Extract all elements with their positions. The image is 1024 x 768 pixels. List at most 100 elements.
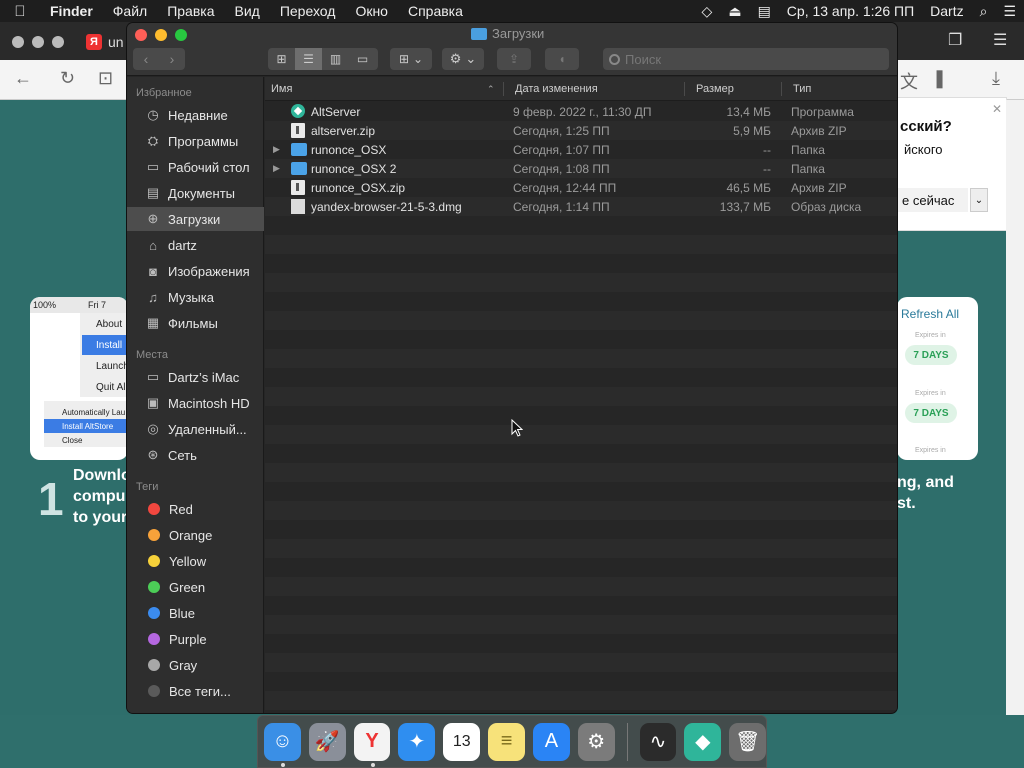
sidebar-item-music[interactable]: ♫ Музыка	[127, 285, 264, 309]
menu-edit[interactable]: Правка	[157, 3, 224, 19]
eject-icon[interactable]: ⏏	[720, 3, 749, 20]
disclosure-triangle-icon[interactable]: ▶	[273, 140, 280, 159]
file-row[interactable]: altserver.zip Сегодня, 1:25 ПП 5,9 МБ Архив…	[265, 121, 897, 140]
menu-go[interactable]: Переход	[270, 3, 346, 19]
sidebar-item-recents[interactable]: ◷ Недавние	[127, 103, 264, 127]
spotlight-icon[interactable]: ⌕	[972, 3, 996, 20]
share-button[interactable]: ⇪	[497, 48, 531, 70]
file-size: 133,7 МБ	[719, 199, 771, 214]
sidebar-item-pictures[interactable]: ◙ Изображения	[127, 259, 264, 283]
close-button[interactable]	[135, 29, 147, 41]
chevron-down-icon[interactable]: ⌄	[970, 188, 988, 212]
trash-icon[interactable]: 🗑	[729, 722, 767, 761]
column-name[interactable]: Имя	[271, 77, 292, 101]
bookmarks-panel-icon[interactable]: ❐	[948, 30, 962, 50]
menu-help[interactable]: Справка	[398, 3, 473, 19]
gallery-view-button[interactable]: ▭	[349, 48, 376, 70]
menu-file[interactable]: Файл	[103, 3, 157, 19]
column-view-button[interactable]: ▥	[322, 48, 349, 70]
finder-icon[interactable]: ☺	[264, 722, 301, 767]
file-row[interactable]: runonce_OSX.zip Сегодня, 12:44 ПП 46,5 МБ А…	[265, 178, 897, 197]
menu-window[interactable]: Окно	[345, 3, 398, 19]
lock-icon[interactable]: ⊡	[98, 68, 113, 89]
column-divider[interactable]	[503, 82, 504, 96]
menu-app-name[interactable]: Finder	[40, 3, 103, 19]
browser-menu-icon[interactable]: ☰	[993, 30, 1007, 50]
launchpad-icon[interactable]: 🚀	[308, 722, 346, 761]
sidebar-tag-yellow[interactable]: Yellow	[127, 549, 264, 573]
translate-icon[interactable]: 文	[900, 68, 918, 94]
running-indicator	[370, 762, 375, 767]
search-field[interactable]	[603, 48, 889, 70]
sidebar-tag-green[interactable]: Green	[127, 575, 264, 599]
search-input[interactable]	[625, 51, 875, 67]
icon-view-button[interactable]: ⊞	[268, 48, 295, 70]
notes-icon[interactable]: ≡	[488, 722, 525, 761]
activity-monitor-icon[interactable]: ∿	[639, 722, 677, 761]
column-size[interactable]: Размер	[696, 77, 734, 101]
file-row[interactable]: yandex-browser-21-5-3.dmg Сегодня, 1:14 П…	[265, 197, 897, 216]
safari-icon[interactable]: ✦	[398, 722, 436, 761]
disclosure-triangle-icon[interactable]: ▶	[273, 159, 280, 178]
sidebar-item-remote-disc[interactable]: ◎ Удаленный...	[127, 417, 264, 441]
sidebar-tag-purple[interactable]: Purple	[127, 627, 264, 651]
sidebar-item-movies[interactable]: ▦ Фильмы	[127, 311, 264, 335]
sidebar-tag-red[interactable]: Red	[127, 497, 264, 521]
forward-button[interactable]: ›	[159, 48, 185, 70]
download-icon[interactable]: ⤓	[992, 68, 1000, 89]
dock: ☺ 🚀 Y ✦ 13 ≡ A ⚙ ∿ ◆ 🗑	[257, 715, 767, 768]
sidebar-item-macintosh-hd[interactable]: ▣ Macintosh HD	[127, 391, 264, 415]
browser-tab[interactable]: Я un	[86, 32, 126, 52]
file-row[interactable]: AltServer 9 февр. 2022 г., 11:30 ДП 13,4 М…	[265, 102, 897, 121]
menu-clock[interactable]: Ср, 13 апр. 1:26 ПП	[779, 3, 922, 19]
yandex-browser-icon[interactable]: Y	[353, 722, 391, 767]
menu-view[interactable]: Вид	[225, 3, 270, 19]
sidebar-item-desktop[interactable]: ▭ Рабочий стол	[127, 155, 264, 179]
group-button[interactable]: ⊞ ⌄	[390, 48, 432, 70]
sidebar-item-downloads[interactable]: ⊕ Загрузки	[127, 207, 264, 231]
file-rows: AltServer 9 февр. 2022 г., 11:30 ДП 13,4 М…	[265, 102, 897, 713]
sidebar-tag-blue[interactable]: Blue	[127, 601, 264, 625]
input-source-flag-icon[interactable]: ▤	[750, 3, 779, 20]
app-store-icon[interactable]: A	[532, 722, 570, 761]
action-button[interactable]: ⚙ ⌄	[442, 48, 484, 70]
sidebar-tag-gray[interactable]: Gray	[127, 653, 264, 677]
browser-zoom-button[interactable]	[52, 36, 64, 48]
popup-subtitle: йского	[904, 142, 943, 157]
translate-now-button[interactable]: е сейчас	[898, 188, 968, 212]
close-icon[interactable]: ✕	[992, 102, 1002, 116]
sidebar-item-applications[interactable]: ⛭ Программы	[127, 129, 264, 153]
minimize-button[interactable]	[155, 29, 167, 41]
sidebar-item-network[interactable]: ⊛ Сеть	[127, 443, 264, 467]
sidebar-all-tags[interactable]: Все теги...	[127, 679, 264, 703]
browser-minimize-button[interactable]	[32, 36, 44, 48]
file-row[interactable]: ▶ runonce_OSX 2 Сегодня, 1:08 ПП -- Папка	[265, 159, 897, 178]
bookmark-icon[interactable]: ❚	[932, 68, 947, 89]
column-divider[interactable]	[781, 82, 782, 96]
calendar-icon[interactable]: 13	[443, 722, 481, 761]
sidebar-item-home[interactable]: ⌂ dartz	[127, 233, 264, 257]
zoom-button[interactable]	[175, 29, 187, 41]
column-type[interactable]: Тип	[793, 77, 811, 101]
sidebar-item-imac[interactable]: ▭ Dartz’s iMac	[127, 365, 264, 389]
browser-close-button[interactable]	[12, 36, 24, 48]
back-button[interactable]: ‹	[133, 48, 159, 70]
browser-scrollbar[interactable]	[1006, 100, 1024, 715]
file-row[interactable]: ▶ runonce_OSX Сегодня, 1:07 ПП -- Папка	[265, 140, 897, 159]
altserver-status-icon[interactable]: ◇	[694, 3, 721, 20]
sidebar-tag-orange[interactable]: Orange	[127, 523, 264, 547]
sidebar-item-documents[interactable]: ▤ Документы	[127, 181, 264, 205]
apple-icon[interactable]: 	[0, 3, 40, 20]
window-title: Загрузки	[471, 26, 544, 41]
menu-user[interactable]: Dartz	[922, 3, 971, 19]
control-center-icon[interactable]: ☰	[995, 3, 1024, 20]
column-date[interactable]: Дата изменения	[515, 77, 598, 101]
tag-button[interactable]: ◖	[545, 48, 579, 70]
altserver-icon[interactable]: ◆	[684, 722, 722, 761]
reload-icon[interactable]: ↻	[60, 68, 75, 89]
back-icon[interactable]: ←	[14, 68, 32, 89]
illustration-submenu-install: Install AltStore	[44, 419, 128, 433]
list-view-button[interactable]: ☰	[295, 48, 322, 70]
system-preferences-icon[interactable]: ⚙	[577, 722, 615, 761]
column-divider[interactable]	[684, 82, 685, 96]
